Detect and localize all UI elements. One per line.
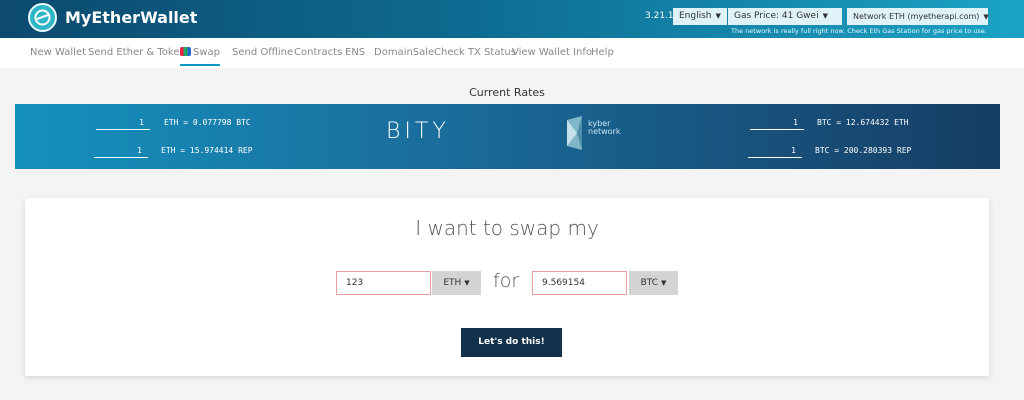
main-nav: New Wallet Send Ether & Tokens Swap Send… [0, 38, 1024, 68]
language-dropdown[interactable]: English ▼ [673, 8, 727, 25]
nav-send-offline[interactable]: Send Offline [232, 47, 293, 58]
kyber-logo-line2: network [588, 127, 621, 136]
rates-title: Current Rates [469, 86, 545, 99]
network-label: Network ETH (myetherapi.com) [853, 12, 980, 21]
kyber-logo-text: kyber network [588, 120, 621, 136]
from-currency-dropdown[interactable]: ETH ▼ [432, 271, 481, 295]
rate-text: BTC = 12.674432 ETH [817, 118, 909, 127]
swap-icon [180, 47, 191, 56]
language-label: English [679, 11, 712, 21]
rate-text: BTC = 200.280393 REP [815, 146, 912, 155]
caret-down-icon: ▼ [983, 13, 989, 21]
brand-name[interactable]: MyEtherWallet [65, 8, 197, 27]
rate-text: ETH = 0.077798 BTC [164, 118, 251, 127]
caret-down-icon: ▼ [715, 12, 721, 20]
from-amount-input[interactable]: 123 [336, 271, 431, 295]
bity-logo: BITY [386, 119, 450, 144]
mew-logo-icon[interactable] [28, 3, 57, 32]
rate-text: ETH = 15.974414 REP [161, 146, 253, 155]
for-label: for [493, 270, 520, 292]
rate-amount-input[interactable]: 1 [748, 144, 802, 158]
network-note: The network is really full right now. Ch… [731, 27, 987, 35]
caret-down-icon: ▼ [822, 12, 828, 20]
nav-swap-label: Swap [193, 47, 221, 58]
swap-panel: I want to swap my 123 ETH ▼ for 9.569154 … [25, 198, 989, 376]
nav-ens[interactable]: ENS [345, 47, 365, 58]
nav-send-ether-tokens[interactable]: Send Ether & Tokens [88, 47, 191, 58]
caret-down-icon: ▼ [661, 279, 667, 287]
rate-amount-input[interactable]: 1 [96, 116, 150, 130]
submit-swap-button[interactable]: Let's do this! [461, 328, 562, 357]
gas-price-dropdown[interactable]: Gas Price: 41 Gwei ▼ [728, 8, 842, 25]
caret-down-icon: ▼ [464, 279, 470, 287]
nav-contracts[interactable]: Contracts [294, 47, 342, 58]
nav-help[interactable]: Help [591, 47, 614, 58]
to-currency-dropdown[interactable]: BTC ▼ [629, 271, 678, 295]
rate-amount-input[interactable]: 1 [94, 144, 148, 158]
to-amount-input[interactable]: 9.569154 [532, 271, 627, 295]
kyber-logo-icon [567, 116, 582, 150]
from-currency-label: ETH [443, 278, 462, 288]
to-currency-label: BTC [640, 278, 659, 288]
nav-check-tx-status[interactable]: Check TX Status [434, 47, 516, 58]
rate-amount-input[interactable]: 1 [750, 116, 804, 130]
nav-swap[interactable]: Swap [180, 47, 221, 66]
nav-new-wallet[interactable]: New Wallet [30, 47, 86, 58]
network-dropdown[interactable]: Network ETH (myetherapi.com) ▼ [847, 8, 989, 25]
rates-banner: 1 ETH = 0.077798 BTC 1 ETH = 15.974414 R… [15, 104, 1000, 169]
swap-title: I want to swap my [415, 216, 599, 240]
nav-view-wallet-info[interactable]: View Wallet Info [512, 47, 592, 58]
nav-domainsale[interactable]: DomainSale [374, 47, 434, 58]
gas-price-label: Gas Price: 41 Gwei [734, 11, 819, 21]
header: MyEtherWallet 3.21.13 English ▼ Gas Price… [0, 0, 1024, 38]
